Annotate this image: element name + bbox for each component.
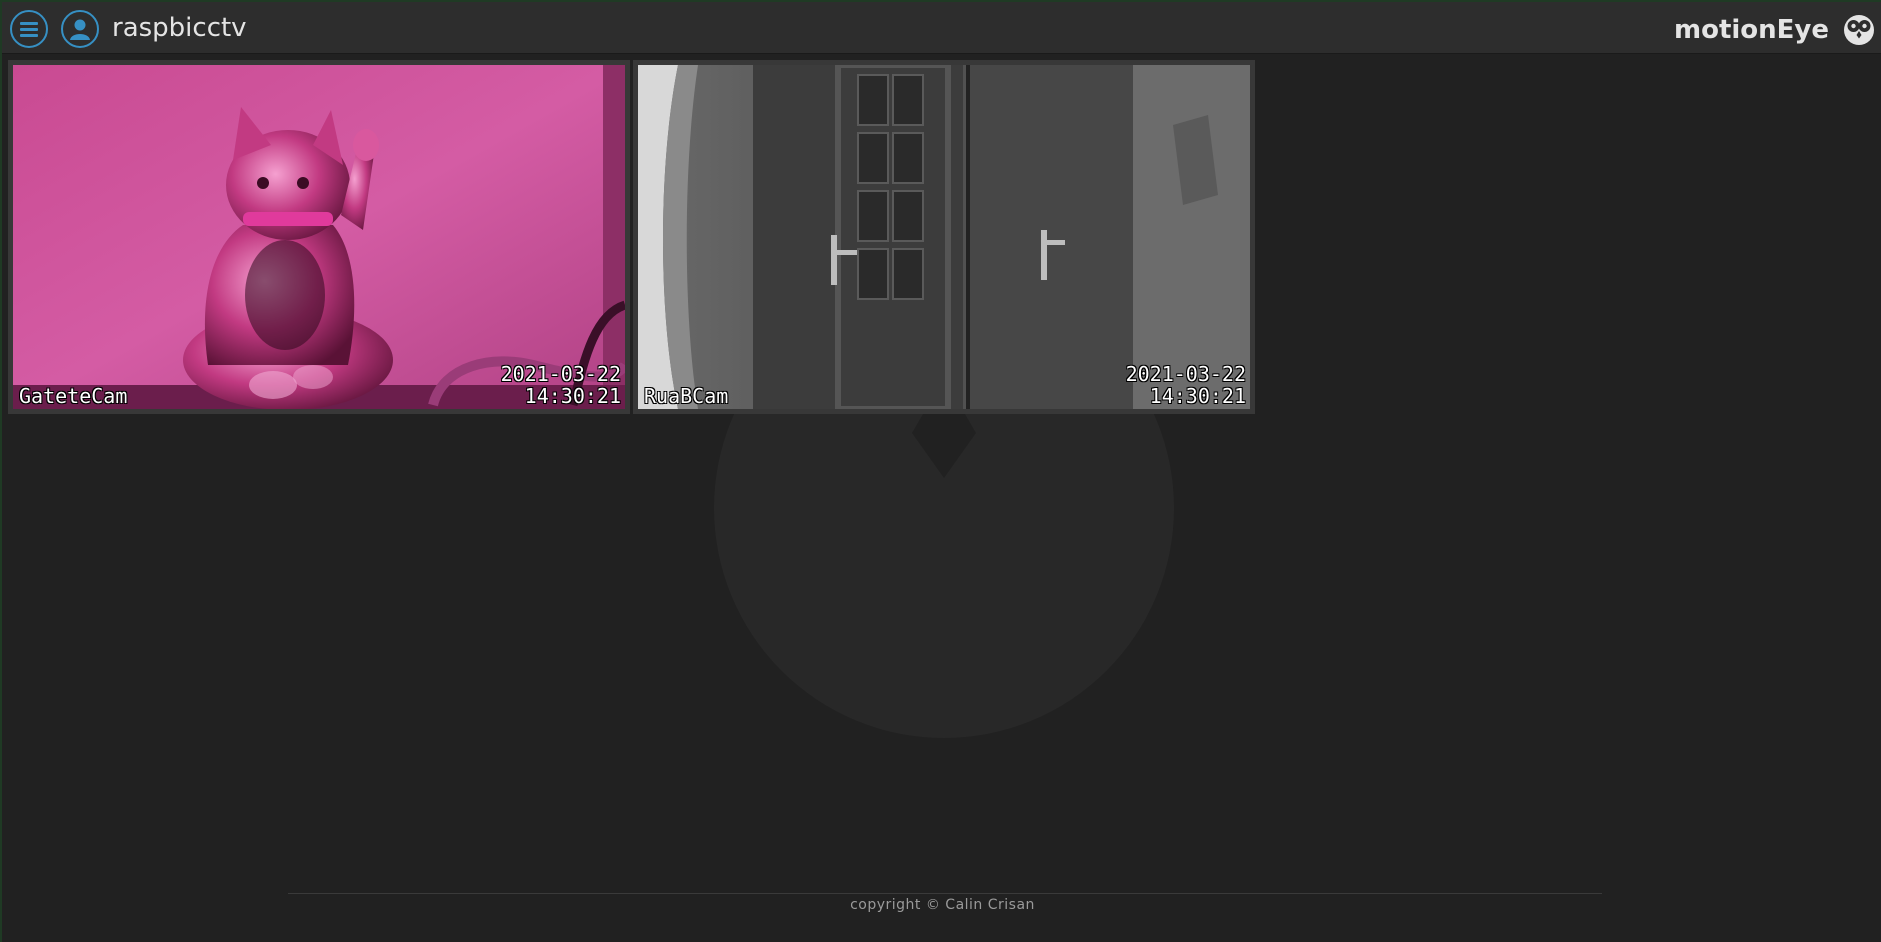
- hamburger-menu-icon: [20, 19, 38, 40]
- camera-snapshot: [13, 65, 625, 409]
- camera-frame-ruabcam[interactable]: RuaBCam 2021-03-22 14:30:21: [633, 60, 1255, 414]
- user-button[interactable]: [61, 10, 99, 48]
- owl-logo-icon: [1844, 15, 1874, 45]
- camera-osd-time: 14:30:21: [524, 384, 621, 408]
- camera-feed-ruabcam: RuaBCam 2021-03-22 14:30:21: [638, 65, 1250, 409]
- camera-osd-date: 2021-03-22: [500, 362, 621, 386]
- footer-divider: [288, 893, 1602, 894]
- camera-frame-gatetecam[interactable]: GateteCam 2021-03-22 14:30:21: [8, 60, 630, 414]
- app-frame: raspbicctv motionEye GateteCam 2021-03-2…: [0, 0, 1881, 942]
- top-bar: raspbicctv motionEye: [2, 2, 1881, 54]
- camera-snapshot: [638, 65, 1250, 409]
- camera-osd-time: 14:30:21: [1149, 384, 1246, 408]
- device-title: raspbicctv: [112, 13, 247, 43]
- camera-feed-gatetecam: GateteCam 2021-03-22 14:30:21: [13, 65, 625, 409]
- brand-name: motionEye: [1673, 15, 1829, 45]
- main-menu-button[interactable]: [10, 10, 48, 48]
- camera-osd-date: 2021-03-22: [1125, 362, 1246, 386]
- camera-osd-timestamp: 2021-03-22 14:30:21: [1126, 363, 1246, 407]
- camera-osd-name: RuaBCam: [644, 384, 729, 408]
- copyright-footer: copyright © Calin Crisan: [850, 897, 1035, 913]
- camera-osd-name: GateteCam: [19, 384, 128, 408]
- user-icon: [70, 19, 90, 40]
- camera-osd-timestamp: 2021-03-22 14:30:21: [501, 363, 621, 407]
